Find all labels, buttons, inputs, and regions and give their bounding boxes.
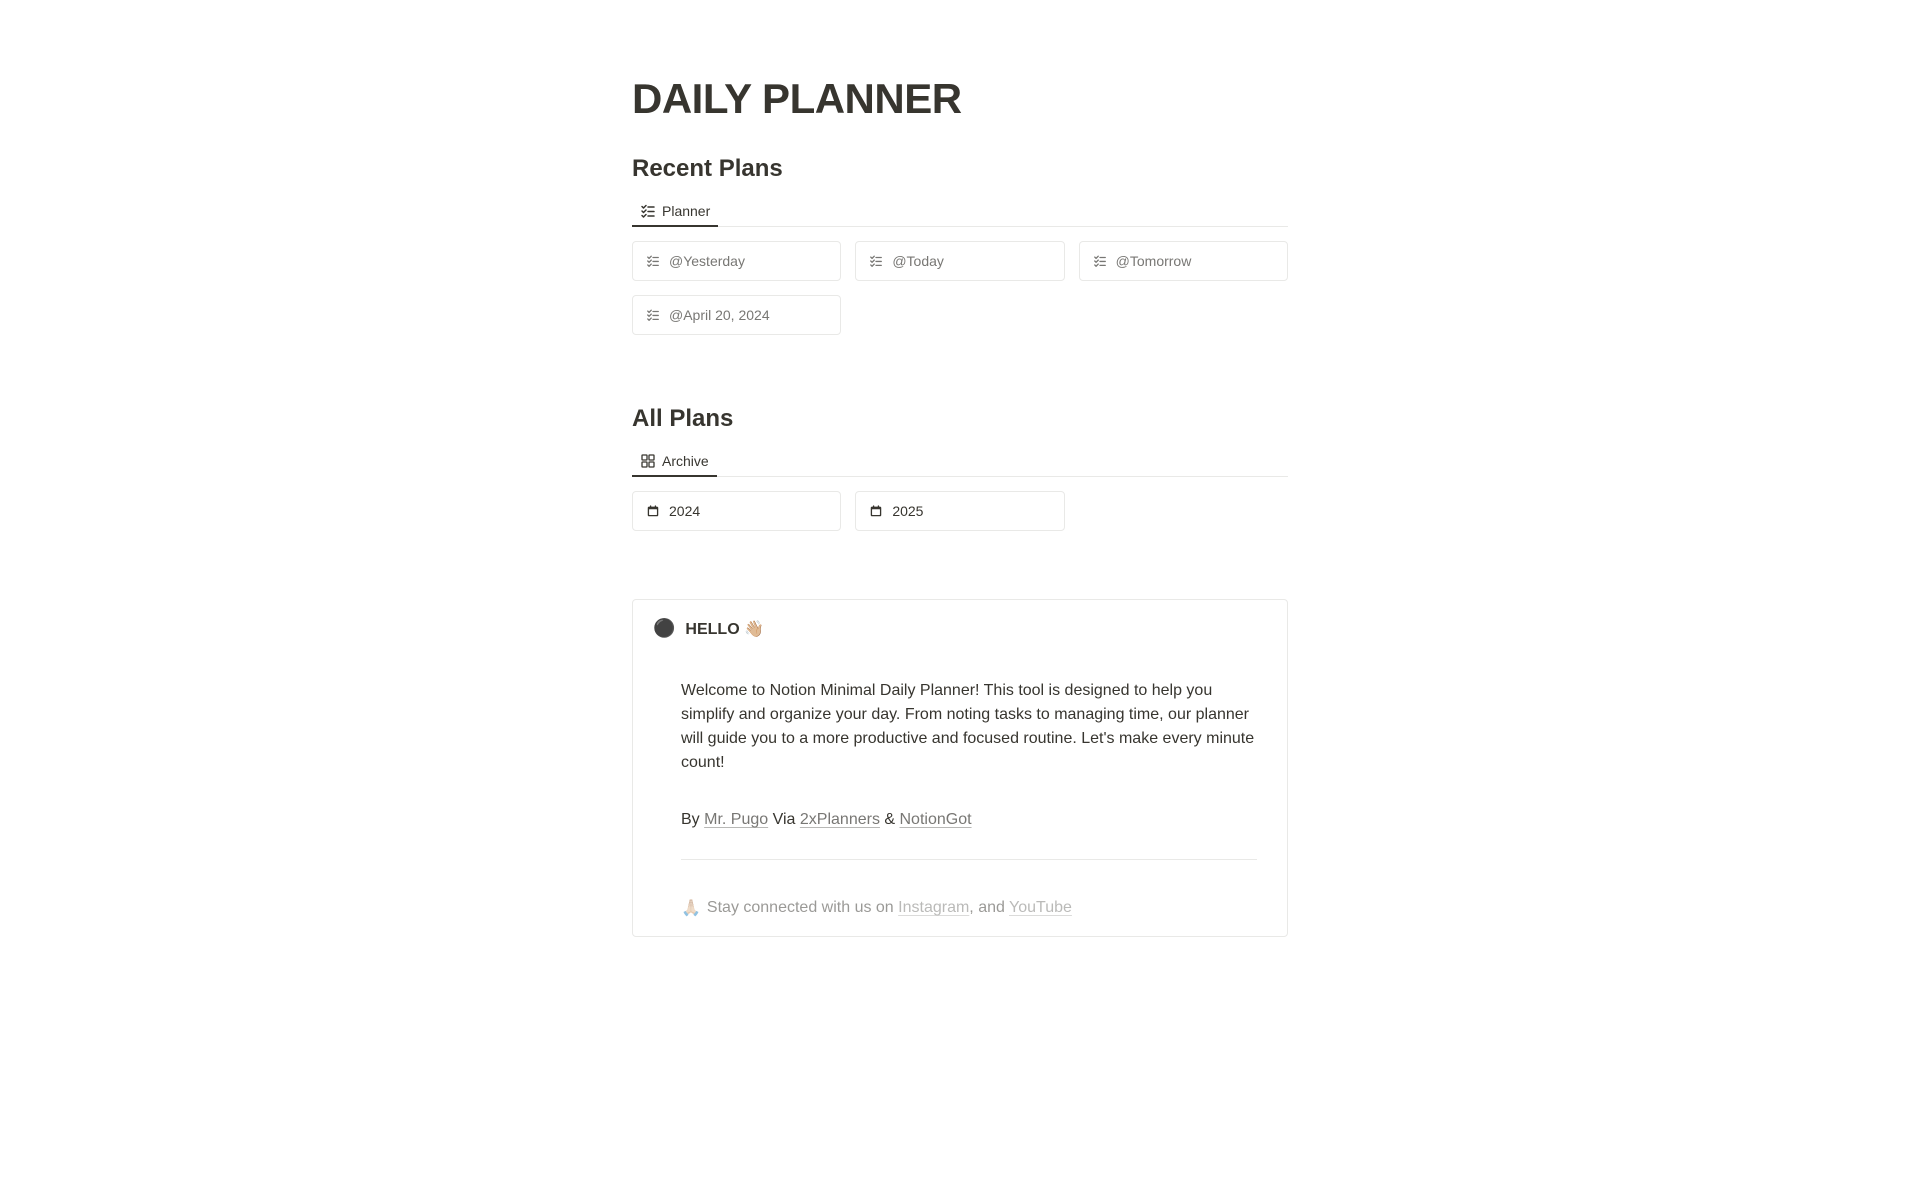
- card-label: 2024: [669, 503, 700, 519]
- card-2024[interactable]: 2024: [632, 491, 841, 531]
- checklist-icon: [1092, 253, 1108, 269]
- tab-archive-label: Archive: [662, 453, 709, 469]
- card-tomorrow[interactable]: @Tomorrow: [1079, 241, 1288, 281]
- notiongot-link[interactable]: NotionGot: [900, 811, 972, 828]
- social-line: 🙏🏼 Stay connected with us on Instagram, …: [653, 898, 1267, 918]
- all-cards-grid: 2024 2025: [632, 491, 1288, 531]
- author-link[interactable]: Mr. Pugo: [704, 811, 768, 828]
- card-today[interactable]: @Today: [855, 241, 1064, 281]
- checklist-icon: [645, 253, 661, 269]
- card-yesterday[interactable]: @Yesterday: [632, 241, 841, 281]
- callout-title: HELLO 👋🏼: [685, 619, 764, 639]
- card-label: @Tomorrow: [1116, 253, 1192, 269]
- callout-header: ⚫ HELLO 👋🏼: [653, 618, 1267, 639]
- instagram-link[interactable]: Instagram: [898, 899, 969, 916]
- checklist-icon: [645, 307, 661, 323]
- all-plans-heading: All Plans: [632, 405, 1288, 433]
- tab-archive[interactable]: Archive: [632, 447, 717, 477]
- card-april-20[interactable]: @April 20, 2024: [632, 295, 841, 335]
- calendar-icon: [645, 503, 661, 519]
- recent-plans-heading: Recent Plans: [632, 155, 1288, 183]
- all-tab-bar: Archive: [632, 447, 1288, 477]
- divider: [681, 859, 1257, 860]
- circle-emoji: ⚫: [653, 618, 675, 639]
- youtube-link[interactable]: YouTube: [1009, 899, 1072, 916]
- tab-planner[interactable]: Planner: [632, 197, 718, 227]
- byline: By Mr. Pugo Via 2xPlanners & NotionGot: [681, 811, 1257, 829]
- card-2025[interactable]: 2025: [855, 491, 1064, 531]
- tab-planner-label: Planner: [662, 203, 710, 219]
- page-title: DAILY PLANNER: [632, 75, 1288, 123]
- recent-tab-bar: Planner: [632, 197, 1288, 227]
- pray-emoji: 🙏🏼: [681, 898, 701, 918]
- planners-link[interactable]: 2xPlanners: [800, 811, 880, 828]
- welcome-text: Welcome to Notion Minimal Daily Planner!…: [681, 679, 1257, 775]
- calendar-icon: [868, 503, 884, 519]
- card-label: 2025: [892, 503, 923, 519]
- checklist-icon: [640, 203, 656, 219]
- card-label: @April 20, 2024: [669, 307, 770, 323]
- checklist-icon: [868, 253, 884, 269]
- card-label: @Today: [892, 253, 944, 269]
- gallery-icon: [640, 453, 656, 469]
- hello-callout: ⚫ HELLO 👋🏼 Welcome to Notion Minimal Dai…: [632, 599, 1288, 937]
- card-label: @Yesterday: [669, 253, 745, 269]
- recent-cards-grid: @Yesterday @Today @Tomorrow @April 20, 2…: [632, 241, 1288, 335]
